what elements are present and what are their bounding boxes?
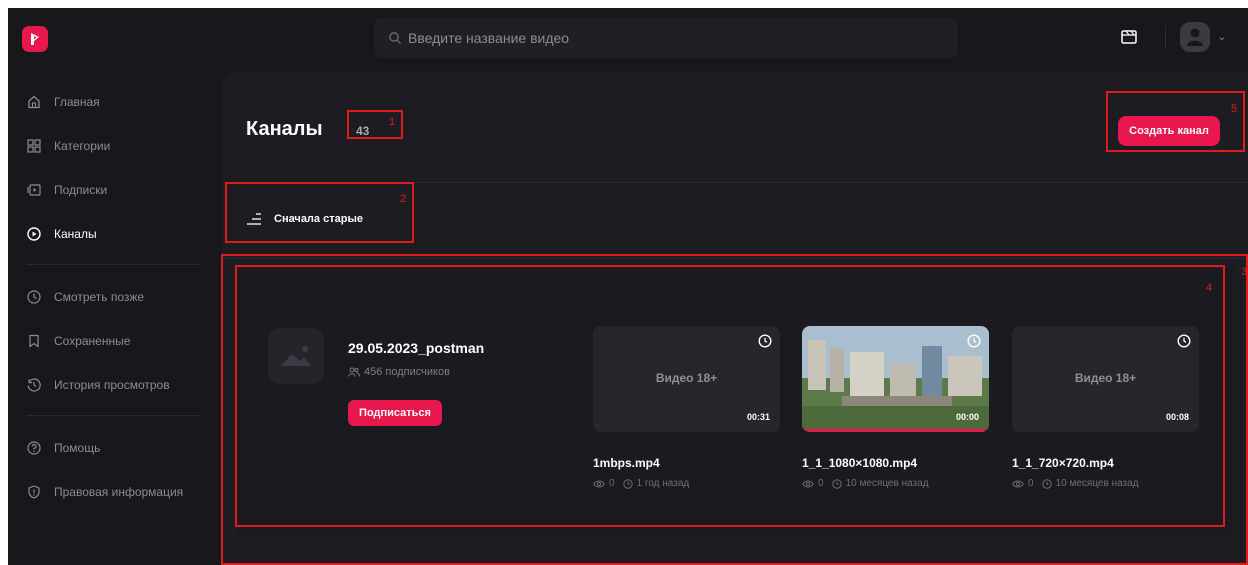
video-meta: 0 10 месяцев назад [802, 478, 989, 489]
sidebar-item-label: Подписки [54, 183, 108, 197]
video-duration: 00:31 [746, 412, 770, 422]
sidebar-item-label: Главная [54, 95, 100, 109]
sidebar-item-label: Смотреть позже [54, 290, 145, 304]
search-icon [389, 32, 401, 44]
clock-icon [831, 478, 842, 489]
annotation-number-3: 3 [1241, 266, 1248, 278]
video-title[interactable]: 1mbps.mp4 [593, 456, 780, 470]
video-meta: 0 10 месяцев назад [1012, 478, 1199, 489]
search-placeholder: Введите название видео [408, 30, 570, 46]
header-divider [1164, 25, 1166, 49]
users-icon [348, 367, 360, 377]
home-icon [26, 94, 42, 110]
video-thumbnail[interactable]: Видео 18+ 00:08 [1012, 326, 1199, 432]
sidebar-item-label: Каналы [54, 227, 97, 241]
age-restricted-label: Видео 18+ [1074, 371, 1137, 385]
studio-icon[interactable] [1119, 27, 1139, 47]
watch-later-icon[interactable] [1177, 334, 1191, 348]
clock-icon [26, 289, 42, 305]
image-placeholder-icon [281, 346, 311, 366]
sidebar-item-help[interactable]: Помощь [8, 426, 208, 470]
search-input[interactable]: Введите название видео [374, 18, 958, 58]
clock-icon [622, 478, 633, 489]
upload-date: 10 месяцев назад [845, 478, 929, 489]
channel-avatar[interactable] [268, 328, 324, 384]
divider [222, 182, 1248, 183]
annotation-number-4: 4 [1206, 282, 1213, 294]
sidebar-item-categories[interactable]: Категории [8, 124, 208, 168]
channels-icon [26, 226, 42, 242]
video-duration: 00:00 [955, 412, 979, 422]
annotation-number-1: 1 [389, 116, 396, 128]
video-card[interactable]: Видео 18+ 00:31 1mbps.mp4 0 1 год назад [593, 326, 780, 489]
sidebar-item-legal[interactable]: Правовая информация [8, 470, 208, 514]
sidebar-item-saved[interactable]: Сохраненные [8, 319, 208, 363]
sidebar-item-home[interactable]: Главная [8, 80, 208, 124]
sidebar-item-subscriptions[interactable]: Подписки [8, 168, 208, 212]
categories-icon [26, 138, 42, 154]
subscribe-button[interactable]: Подписаться [348, 400, 442, 426]
eye-icon [1012, 480, 1024, 487]
sidebar-divider [26, 415, 200, 416]
app-window: Введите название видео ⌄ Главная Категор… [8, 8, 1248, 565]
subscriptions-icon [26, 182, 42, 198]
sidebar-item-label: Правовая информация [54, 485, 184, 499]
page-title: Каналы [246, 118, 323, 140]
video-card[interactable]: Видео 18+ 00:08 1_1_720×720.mp4 0 10 мес… [1012, 326, 1199, 489]
video-title[interactable]: 1_1_1080×1080.mp4 [802, 456, 989, 470]
sort-toggle[interactable]: Сначала старые [246, 212, 363, 226]
help-icon [26, 440, 42, 456]
eye-icon [593, 480, 605, 487]
sidebar-item-label: Категории [54, 139, 111, 153]
create-channel-button[interactable]: Создать канал [1118, 116, 1220, 146]
annotation-number-5: 5 [1231, 103, 1238, 115]
sidebar-divider [26, 264, 200, 265]
sidebar-item-label: История просмотров [54, 378, 170, 392]
channel-name[interactable]: 29.05.2023_postman [348, 340, 484, 356]
main-content: Каналы 43 Создать канал Сначала старые 2… [222, 72, 1248, 565]
video-card[interactable]: 00:00 1_1_1080×1080.mp4 0 10 месяцев наз… [802, 326, 989, 489]
sidebar: Главная Категории Подписки Каналы Смотре… [8, 80, 208, 514]
watch-later-icon[interactable] [967, 334, 981, 348]
sort-icon [246, 212, 262, 226]
view-count: 0 [1028, 478, 1034, 489]
sidebar-item-label: Помощь [54, 441, 101, 455]
channel-card: 29.05.2023_postman 456 подписчиков Подпи… [236, 268, 1234, 538]
bookmark-icon [26, 333, 42, 349]
subscribers-text: 456 подписчиков [364, 366, 450, 378]
view-count: 0 [818, 478, 824, 489]
annotation-number-2: 2 [400, 193, 407, 205]
watch-progress-bar [802, 429, 989, 432]
eye-icon [802, 480, 814, 487]
avatar-icon[interactable] [1179, 22, 1210, 52]
upload-date: 1 год назад [636, 478, 690, 489]
header-actions: ⌄ [1119, 22, 1226, 52]
logo-icon[interactable] [22, 26, 48, 52]
sort-label: Сначала старые [274, 213, 363, 225]
view-count: 0 [609, 478, 615, 489]
video-title[interactable]: 1_1_720×720.mp4 [1012, 456, 1199, 470]
video-thumbnail[interactable]: 00:00 [802, 326, 989, 432]
channel-subscribers: 456 подписчиков [348, 366, 450, 378]
clock-icon [1041, 478, 1052, 489]
history-icon [26, 377, 42, 393]
shield-icon [26, 484, 42, 500]
sidebar-item-channels[interactable]: Каналы [8, 212, 208, 256]
watch-later-icon[interactable] [758, 334, 772, 348]
video-thumbnail[interactable]: Видео 18+ 00:31 [593, 326, 780, 432]
upload-date: 10 месяцев назад [1055, 478, 1139, 489]
divider [222, 258, 1248, 259]
chevron-down-icon[interactable]: ⌄ [1218, 32, 1226, 43]
channel-count: 43 [356, 124, 370, 138]
video-meta: 0 1 год назад [593, 478, 780, 489]
age-restricted-label: Видео 18+ [655, 371, 718, 385]
sidebar-item-watch-later[interactable]: Смотреть позже [8, 275, 208, 319]
video-duration: 00:08 [1165, 412, 1189, 422]
sidebar-item-label: Сохраненные [54, 334, 131, 348]
sidebar-item-history[interactable]: История просмотров [8, 363, 208, 407]
